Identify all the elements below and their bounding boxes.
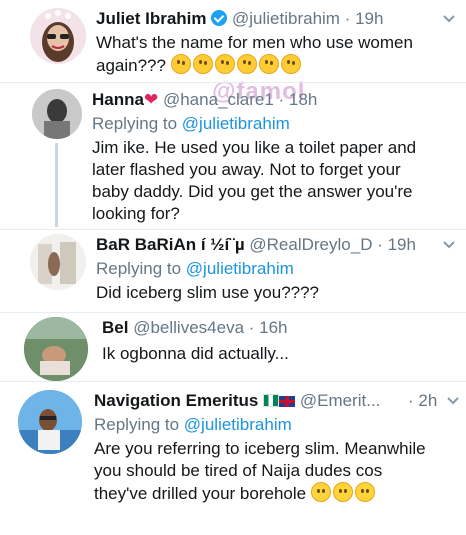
avatar[interactable] <box>30 8 86 64</box>
display-name[interactable]: Juliet Ibrahim <box>96 9 207 28</box>
tweet-text-line: Did iceberg slim use you???? <box>96 283 320 302</box>
timestamp[interactable]: · 16h <box>249 318 288 337</box>
tweet-text-line: What's the name for men who use women <box>96 33 413 52</box>
chevron-down-icon[interactable] <box>446 396 460 406</box>
avatar[interactable] <box>18 390 82 454</box>
avatar[interactable] <box>30 234 86 290</box>
reply-to-link[interactable]: @julietibrahim <box>182 114 290 133</box>
tweet-juliet[interactable]: Juliet Ibrahim @julietibrahim · 19h What… <box>0 0 466 82</box>
tweet-navigation-emeritus[interactable]: Navigation Emeritus @Emerit... · 2h Repl… <box>0 382 466 532</box>
reply-context: Replying to @julietibrahim <box>94 414 292 436</box>
timestamp[interactable]: · 2h <box>408 390 437 412</box>
heart-icon: ❤ <box>143 90 159 109</box>
tweet-text-line: baby daddy. Did you get the answer you'r… <box>92 182 413 201</box>
tweet-text-line: they've drilled your borehole <box>94 484 307 503</box>
avatar-image <box>32 89 82 139</box>
tweet-text-line: Are you referring to iceberg slim. Meanw… <box>94 439 426 458</box>
verified-badge-icon <box>211 10 228 26</box>
reply-to-link[interactable]: @julietibrahim <box>186 259 294 278</box>
handle[interactable]: @RealDreylo_D <box>249 235 372 254</box>
chevron-down-icon[interactable] <box>442 14 456 24</box>
display-name[interactable]: Bel <box>102 318 128 337</box>
uk-flag-icon <box>279 396 296 407</box>
tweet-text-line: later flashed you away. Not to forget yo… <box>92 160 401 179</box>
replying-to-label: Replying to <box>94 415 180 434</box>
avatar-image <box>18 390 82 454</box>
grinning-face-emoji-icon <box>310 482 377 503</box>
avatar-image <box>24 317 88 381</box>
handle[interactable]: @hana_clare1 <box>163 90 274 109</box>
thinking-face-emoji-icon <box>170 54 303 75</box>
timestamp[interactable]: · 18h <box>279 90 318 109</box>
replying-to-label: Replying to <box>92 114 178 133</box>
thread-line <box>55 143 58 227</box>
tweet-bel[interactable]: Bel @bellives4eva · 16h Ik ogbonna did a… <box>0 313 466 381</box>
handle[interactable]: @bellives4eva <box>133 318 244 337</box>
tweet-text-line: again??? <box>96 56 166 75</box>
tweet-hanna[interactable]: Hanna❤ @hana_clare1 · 18h Replying to @j… <box>0 83 466 229</box>
timestamp[interactable]: · 19h <box>377 235 416 254</box>
timestamp[interactable]: · 19h <box>345 9 384 28</box>
reply-to-link[interactable]: @julietibrahim <box>184 415 292 434</box>
reply-context: Replying to @julietibrahim <box>92 113 290 135</box>
display-name[interactable]: Hanna <box>92 90 144 109</box>
avatar[interactable] <box>32 89 82 139</box>
tweet-text-line: Ik ogbonna did actually... <box>102 344 289 363</box>
replying-to-label: Replying to <box>96 259 182 278</box>
reply-context: Replying to @julietibrahim <box>96 258 294 280</box>
avatar-image <box>30 8 86 64</box>
avatar-image <box>30 234 86 290</box>
tweet-text-line: you should be tired of Naija dudes cos <box>94 461 383 480</box>
handle[interactable]: @Emerit... <box>300 391 381 410</box>
handle[interactable]: @julietibrahim <box>232 9 340 28</box>
tweet-text-line: Jim ike. He used you like a toilet paper… <box>92 138 417 157</box>
avatar[interactable] <box>24 317 88 381</box>
tweet-text-line: looking for? <box>92 204 180 223</box>
chevron-down-icon[interactable] <box>442 240 456 250</box>
nigeria-flag-icon <box>263 394 280 407</box>
display-name[interactable]: BaR BaRiAn í ½í¨µ <box>96 235 245 254</box>
tweet-barbarian[interactable]: BaR BaRiAn í ½í¨µ @RealDreylo_D · 19h Re… <box>0 230 466 312</box>
display-name[interactable]: Navigation Emeritus <box>94 391 258 410</box>
